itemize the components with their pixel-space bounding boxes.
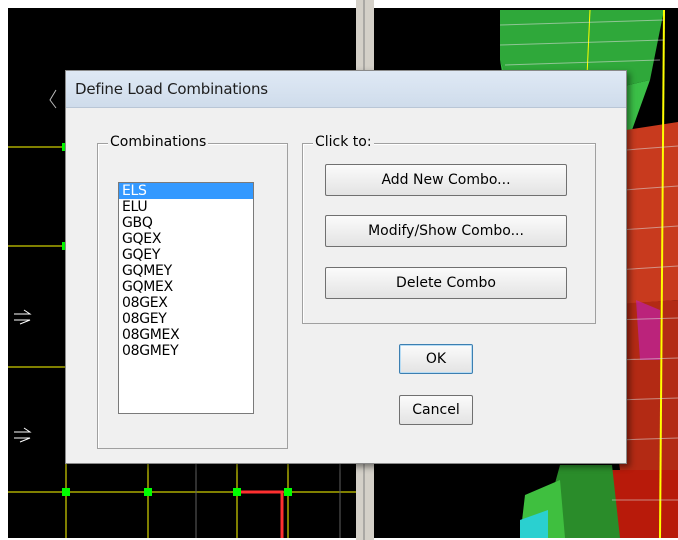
grid-node[interactable] [233,488,241,496]
list-item[interactable]: ELU [119,199,253,215]
combinations-listbox[interactable]: ELS ELU GBQ GQEX GQEY GQMEY GQMEX 08GEX 08GEY 08G… [118,182,254,414]
add-new-combo-button[interactable]: Add New Combo... [325,164,567,196]
delete-combo-button[interactable]: Delete Combo [325,267,567,299]
list-item[interactable]: 08GEX [119,295,253,311]
ok-button[interactable]: OK [399,344,473,374]
ok-button-label: OK [425,351,447,367]
grid-node[interactable] [62,488,70,496]
list-item[interactable]: GQEX [119,231,253,247]
combinations-group-label: Combinations [108,134,209,150]
dialog-content: Combinations ELS ELU GBQ GQEX GQEY GQMEY GQMEX… [74,109,618,455]
add-new-combo-button-label: Add New Combo... [381,172,511,188]
click-to-group-label: Click to: [313,134,374,150]
grid-node[interactable] [144,488,152,496]
combinations-groupbox: Combinations ELS ELU GBQ GQEX GQEY GQMEY GQMEX… [97,134,288,449]
list-item[interactable]: GBQ [119,215,253,231]
dialog-titlebar[interactable]: Define Load Combinations [66,71,626,108]
modify-show-combo-button[interactable]: Modify/Show Combo... [325,215,567,247]
grid-node[interactable] [284,488,292,496]
cancel-button-label: Cancel [412,402,460,418]
delete-combo-button-label: Delete Combo [396,275,496,291]
list-item[interactable]: GQMEY [119,263,253,279]
modify-show-combo-button-label: Modify/Show Combo... [368,223,524,239]
list-item[interactable]: ELS [119,183,253,199]
list-item[interactable]: GQEY [119,247,253,263]
list-item[interactable]: 08GEY [119,311,253,327]
define-load-combinations-dialog[interactable]: Define Load Combinations Combinations EL… [65,70,627,464]
cancel-button[interactable]: Cancel [399,395,473,425]
list-item[interactable]: 08GMEY [119,343,253,359]
dialog-title: Define Load Combinations [75,80,268,98]
list-item[interactable]: GQMEX [119,279,253,295]
list-item[interactable]: 08GMEX [119,327,253,343]
